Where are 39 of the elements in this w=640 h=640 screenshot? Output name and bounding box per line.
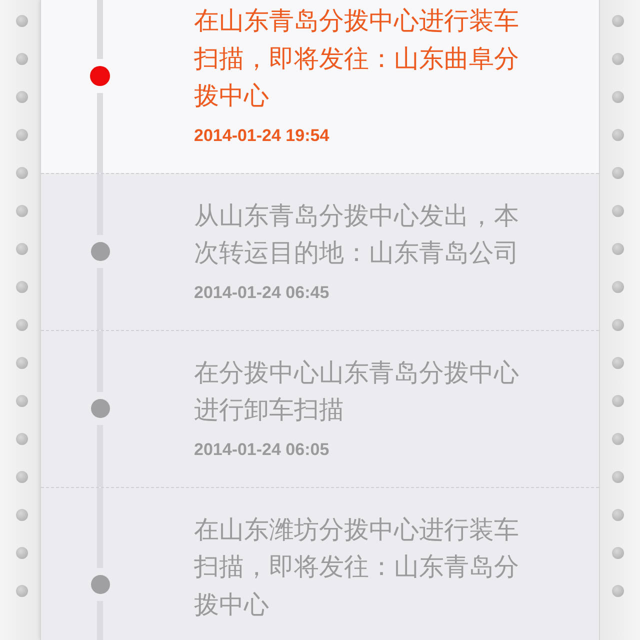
- perforation-hole: [612, 547, 624, 559]
- perforation-hole: [16, 547, 28, 559]
- perforation-hole: [16, 433, 28, 445]
- perforation-hole: [612, 509, 624, 521]
- perforation-hole: [612, 15, 624, 27]
- event-description: 在山东青岛分拨中心进行装车扫描，即将发往：山东曲阜分拨中心: [194, 5, 520, 112]
- event-description: 从山东青岛分拨中心发出，本次转运目的地：山东青岛公司: [194, 200, 520, 269]
- perforation-hole: [16, 243, 28, 255]
- perforation-hole: [16, 357, 28, 369]
- perforation-hole: [16, 15, 28, 27]
- perforation-hole: [16, 167, 28, 179]
- perforation-hole: [16, 319, 28, 331]
- perforation-hole: [16, 91, 28, 103]
- perforation-hole: [16, 281, 28, 293]
- perforation-hole: [612, 167, 624, 179]
- perforation-hole: [612, 129, 624, 141]
- perforation-hole: [16, 53, 28, 65]
- event-time: 2014-01-24 06:45: [194, 282, 330, 304]
- perforation-hole: [16, 205, 28, 217]
- perforation-hole: [612, 395, 624, 407]
- perforation-hole: [612, 433, 624, 445]
- perforation-hole: [16, 585, 28, 597]
- perforation-hole: [612, 585, 624, 597]
- event-description: 在山东潍坊分拨中心进行装车扫描，即将发往：山东青岛分拨中心: [194, 514, 520, 620]
- perforation-hole: [612, 319, 624, 331]
- perforation-hole: [612, 91, 624, 103]
- perforation-hole: [612, 205, 624, 217]
- event-time: 2014-01-24 19:54: [194, 124, 330, 146]
- perforation-hole: [612, 243, 624, 255]
- perforation-hole: [612, 471, 624, 483]
- perforation-hole: [16, 129, 28, 141]
- perforation-hole: [16, 395, 28, 407]
- perforation-hole: [612, 281, 624, 293]
- perforation-hole: [612, 53, 624, 65]
- event-description: 在分拨中心山东青岛分拨中心进行卸车扫描: [194, 356, 520, 426]
- event-time: 2014-01-24 06:05: [194, 438, 330, 460]
- perforation-hole: [16, 509, 28, 521]
- perforation-hole: [612, 357, 624, 369]
- perforation-hole: [16, 471, 28, 483]
